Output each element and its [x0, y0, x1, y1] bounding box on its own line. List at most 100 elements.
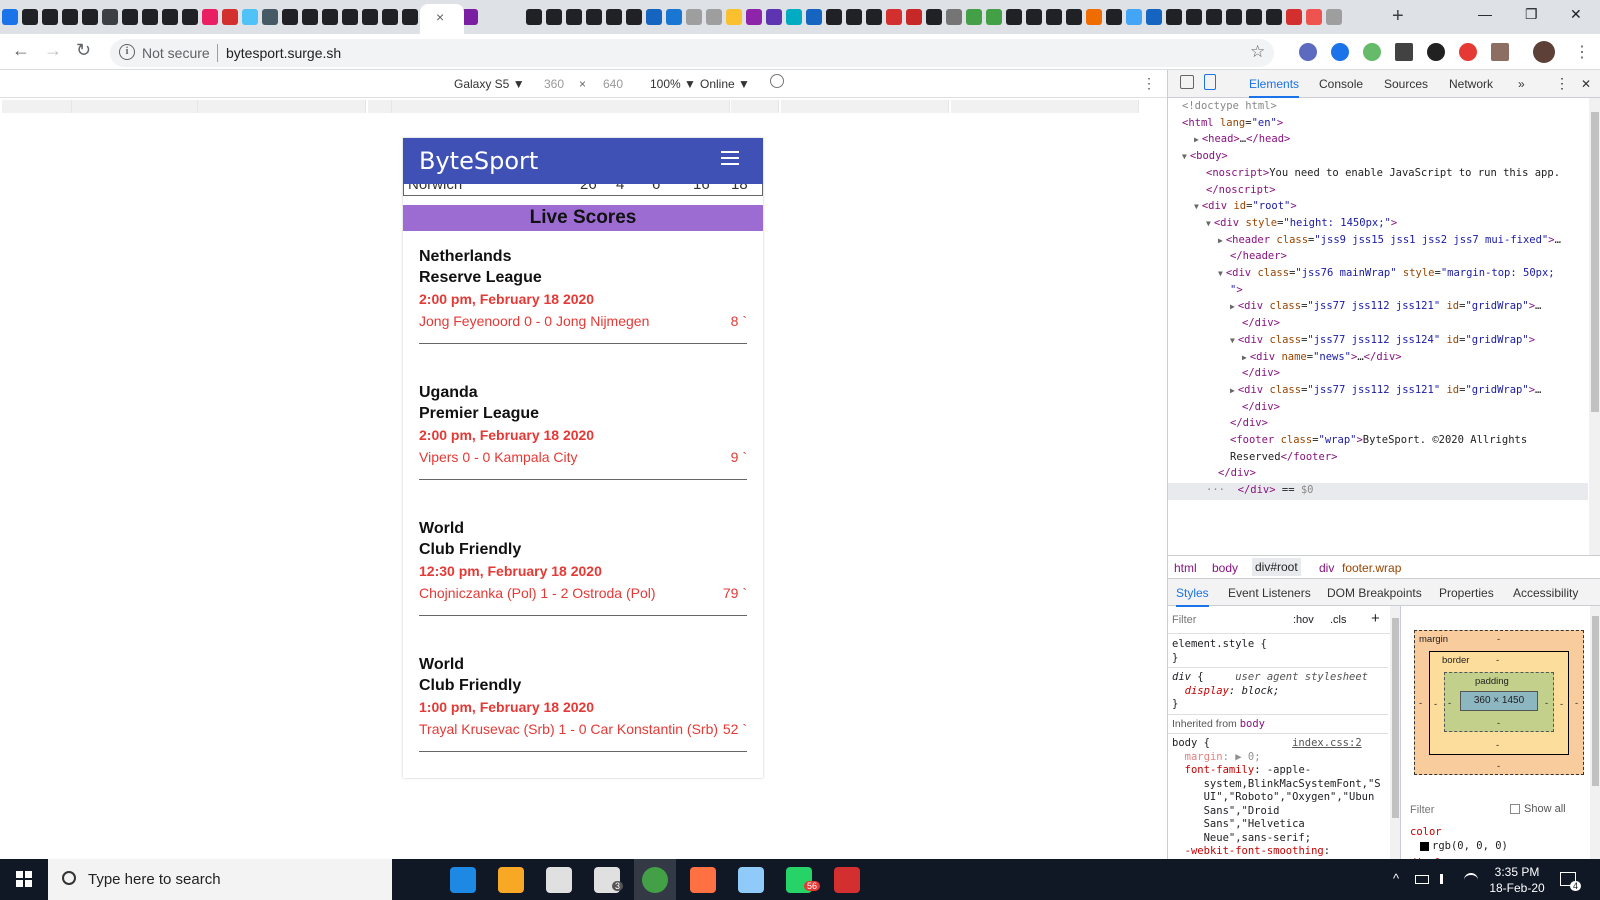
computed-filter-input[interactable] [1410, 802, 1500, 818]
dom-node-line[interactable]: <html lang="en"> [1182, 117, 1283, 129]
tab-console[interactable]: Console [1319, 77, 1363, 91]
tab-favicon-icon[interactable] [1246, 9, 1262, 25]
tab-favicon-icon[interactable] [1006, 9, 1022, 25]
dom-tree[interactable]: <!doctype html> <html lang="en"> ▶ <head>…<… [1168, 98, 1588, 555]
style-rule-line[interactable]: system,BlinkMacSystemFont,"S [1172, 778, 1381, 790]
taskbar-clock[interactable]: 3:35 PM 18-Feb-20 [1482, 864, 1552, 896]
box-model-margin[interactable]: margin - - - - border - - - - padding - … [1414, 630, 1584, 775]
match-item[interactable]: Netherlands Reserve League 2:00 pm, Februa… [419, 248, 747, 344]
show-all-checkbox[interactable] [1510, 804, 1520, 814]
style-rule-line[interactable]: Sans","Droid [1172, 805, 1280, 817]
style-rule-line[interactable]: element.style { [1172, 638, 1267, 650]
tab-favicon-icon[interactable] [342, 9, 358, 25]
tab-favicon-icon[interactable] [1226, 9, 1242, 25]
more-tabs-button[interactable]: » [1518, 77, 1525, 91]
bookmark-star-icon[interactable]: ☆ [1250, 42, 1265, 62]
tab-favicon-icon[interactable] [282, 9, 298, 25]
tab-favicon-icon[interactable] [646, 9, 662, 25]
tab-favicon-icon[interactable] [766, 9, 782, 25]
wifi-icon[interactable] [1464, 873, 1478, 887]
extension-icon[interactable] [1363, 43, 1381, 61]
battery-icon[interactable] [1415, 875, 1429, 884]
media-query-segment[interactable] [392, 100, 730, 113]
tab-favicon-icon[interactable] [322, 9, 338, 25]
breadcrumb-item[interactable]: footer.wrap [1342, 561, 1401, 575]
dom-node-line[interactable]: ▼ <div id="root"> [1194, 200, 1297, 212]
tab-favicon-icon[interactable] [1106, 9, 1122, 25]
tab-favicon-icon[interactable] [402, 9, 418, 25]
tab-network[interactable]: Network [1449, 77, 1493, 91]
dom-node-line[interactable]: ▼ <div class="jss76 mainWrap" style="marg… [1218, 267, 1555, 279]
tab-favicon-icon[interactable] [262, 9, 278, 25]
style-rule-line[interactable]: Neue",sans-serif; [1172, 832, 1311, 844]
dom-node-line[interactable]: </div> [1242, 317, 1280, 329]
network-throttle-select[interactable]: Online ▼ [700, 77, 750, 91]
media-query-segment[interactable] [951, 100, 1139, 113]
dom-node-line[interactable]: </div> [1218, 467, 1256, 479]
dom-node-line[interactable]: </div> [1242, 401, 1280, 413]
color-swatch[interactable] [1420, 841, 1429, 851]
tab-favicon-icon[interactable] [686, 9, 702, 25]
dom-node-line[interactable]: ··· </div> == $0 [1206, 484, 1314, 496]
tab-favicon-icon[interactable] [806, 9, 822, 25]
tab-favicon-icon[interactable] [1166, 9, 1182, 25]
style-rule-line[interactable]: body { index.css:2 [1172, 737, 1362, 749]
style-rule-line[interactable]: Inherited from body [1172, 718, 1265, 730]
tab-favicon-icon[interactable] [1266, 9, 1282, 25]
breadcrumb-item[interactable]: body [1212, 561, 1238, 575]
tab-favicon-icon[interactable] [726, 9, 742, 25]
style-rule-line[interactable]: UI","Roboto","Oxygen","Ubun [1172, 791, 1375, 803]
show-hidden-icons[interactable]: ^ [1393, 871, 1399, 886]
media-query-segment[interactable] [72, 100, 198, 113]
tab-favicon-icon[interactable] [1086, 9, 1102, 25]
dom-node-line[interactable]: "> [1230, 284, 1243, 296]
tab-favicon-icon[interactable] [1066, 9, 1082, 25]
tab-accessibility[interactable]: Accessibility [1513, 586, 1578, 600]
new-tab-button[interactable]: + [1392, 5, 1404, 28]
tab-favicon-icon[interactable] [966, 9, 982, 25]
media-query-segment[interactable] [781, 100, 949, 113]
tab-favicon-icon[interactable] [2, 9, 18, 25]
task-view-icon[interactable] [402, 867, 428, 893]
box-model-scrollbar[interactable] [1590, 606, 1600, 859]
tab-favicon-icon[interactable] [102, 9, 118, 25]
devtools-menu-icon[interactable]: ⋮ [1555, 75, 1569, 92]
tab-sources[interactable]: Sources [1384, 77, 1428, 91]
tab-favicon-icon[interactable] [1146, 9, 1162, 25]
styles-scrollbar[interactable] [1390, 606, 1400, 859]
url-text[interactable]: bytesport.surge.sh [226, 45, 341, 61]
style-rule-line[interactable]: } [1172, 698, 1178, 710]
tab-favicon-icon[interactable] [626, 9, 642, 25]
tab-favicon-icon[interactable] [546, 9, 562, 25]
tab-favicon-icon[interactable] [786, 9, 802, 25]
device-mode-icon[interactable] [1204, 74, 1216, 90]
dom-node-line[interactable]: </div> [1242, 367, 1280, 379]
tab-favicon-icon[interactable] [142, 9, 158, 25]
box-model-border[interactable]: border - - - - padding - - - 360 × 1450 [1429, 651, 1569, 755]
dom-scrollbar[interactable] [1589, 98, 1600, 555]
tab-favicon-icon[interactable] [302, 9, 318, 25]
device-toolbar-menu-icon[interactable]: ⋮ [1142, 75, 1156, 92]
acrobat-icon[interactable] [834, 867, 860, 893]
store-icon[interactable] [546, 867, 572, 893]
tab-styles[interactable]: Styles [1176, 586, 1209, 607]
dom-node-line[interactable]: ▶ <header class="jss9 jss15 jss1 jss2 jss… [1218, 234, 1561, 246]
dom-node-line[interactable]: ▶ <div class="jss77 jss112 jss121" id="gr… [1230, 300, 1541, 312]
styles-filter-input[interactable] [1172, 611, 1282, 629]
style-rule-line[interactable]: margin: ▶ 0; [1172, 751, 1261, 763]
devtools-close-button[interactable]: ✕ [1581, 77, 1591, 91]
tab-favicon-icon[interactable] [82, 9, 98, 25]
tab-favicon-icon[interactable] [1306, 9, 1322, 25]
tab-properties[interactable]: Properties [1439, 586, 1494, 600]
tab-favicon-icon[interactable] [22, 9, 38, 25]
info-icon[interactable]: i [119, 44, 135, 60]
media-query-segment[interactable] [368, 100, 392, 113]
tab-favicon-icon[interactable] [42, 9, 58, 25]
dom-node-line[interactable]: ▶ <div name="news">…</div> [1242, 351, 1402, 363]
address-bar[interactable]: i Not secure bytesport.surge.sh ☆ [110, 39, 1274, 67]
restore-button[interactable]: ❐ [1525, 6, 1538, 23]
window-close-button[interactable]: ✕ [1570, 6, 1582, 23]
minimize-button[interactable]: — [1478, 6, 1492, 22]
box-model-content[interactable]: 360 × 1450 [1460, 691, 1538, 711]
tab-favicon-icon[interactable] [122, 9, 138, 25]
